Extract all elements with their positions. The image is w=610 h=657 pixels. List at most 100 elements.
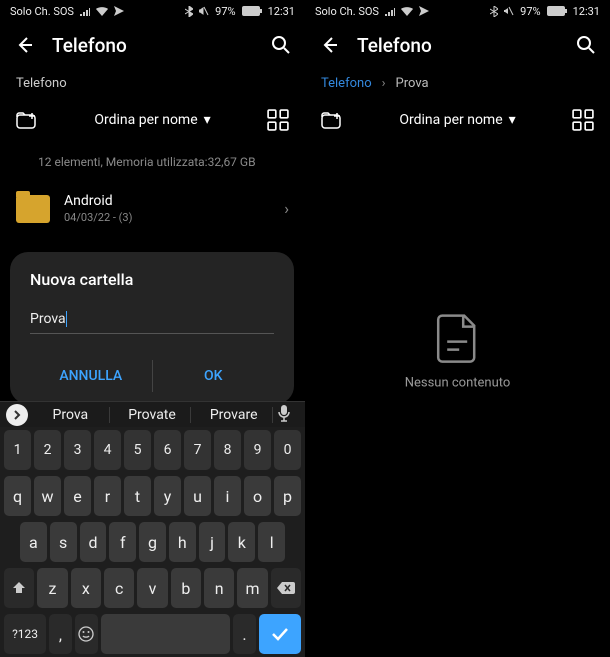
key-w[interactable]: w: [34, 476, 61, 516]
backspace-key[interactable]: [271, 568, 301, 608]
key-o[interactable]: o: [244, 476, 271, 516]
key-b[interactable]: b: [171, 568, 201, 608]
breadcrumb-item: Prova: [396, 76, 429, 91]
clock-text: 12:31: [573, 5, 600, 18]
folder-name-input[interactable]: Prova: [30, 311, 274, 334]
key-m[interactable]: m: [237, 568, 267, 608]
status-bar: Solo Ch. SOS 97% 12:31: [305, 0, 610, 22]
key-n[interactable]: n: [204, 568, 234, 608]
search-icon[interactable]: [576, 35, 596, 55]
key-q[interactable]: q: [4, 476, 31, 516]
key-s[interactable]: s: [50, 522, 77, 562]
key-z[interactable]: z: [37, 568, 67, 608]
breadcrumb: Telefono: [0, 68, 305, 99]
folder-row[interactable]: Android 04/03/22 - (3) ›: [0, 183, 305, 234]
key-d[interactable]: d: [80, 522, 107, 562]
key-y[interactable]: y: [154, 476, 181, 516]
emoji-key[interactable]: [75, 614, 98, 654]
phone-left: Solo Ch. SOS 97% 12:31 Telefono Telefono…: [0, 0, 305, 657]
period-key[interactable]: .: [233, 614, 256, 654]
new-folder-icon[interactable]: [16, 109, 38, 131]
key-j[interactable]: j: [199, 522, 226, 562]
key-0[interactable]: 0: [274, 430, 301, 470]
back-icon[interactable]: [14, 35, 34, 55]
sort-label: Ordina per nome: [94, 112, 197, 128]
ok-button[interactable]: OK: [153, 360, 275, 392]
send-icon: [419, 6, 429, 16]
toolbar: Ordina per nome ▾: [305, 99, 610, 141]
breadcrumb-item[interactable]: Telefono: [16, 76, 67, 91]
send-icon: [114, 6, 124, 16]
key-3[interactable]: 3: [64, 430, 91, 470]
folder-meta: 04/03/22 - (3): [64, 211, 270, 224]
status-bar: Solo Ch. SOS 97% 12:31: [0, 0, 305, 22]
suggestion-word[interactable]: Provate: [114, 407, 192, 423]
breadcrumb-item[interactable]: Telefono: [321, 76, 372, 91]
key-f[interactable]: f: [109, 522, 136, 562]
signal-icon: [385, 7, 395, 16]
expand-icon[interactable]: [6, 404, 28, 426]
key-r[interactable]: r: [94, 476, 121, 516]
search-icon[interactable]: [271, 35, 291, 55]
shift-icon: [11, 580, 27, 596]
suggestion-bar: Prova Provate Provare: [0, 402, 305, 427]
comma-key[interactable]: ,: [49, 614, 72, 654]
emoji-icon: [78, 626, 94, 642]
sort-button[interactable]: Ordina per nome ▾: [94, 112, 210, 128]
mute-icon: [504, 6, 514, 16]
shift-key[interactable]: [4, 568, 34, 608]
folder-name: Android: [64, 193, 270, 209]
key-2[interactable]: 2: [34, 430, 61, 470]
key-h[interactable]: h: [169, 522, 196, 562]
cancel-button[interactable]: ANNULLA: [30, 360, 152, 392]
new-folder-icon[interactable]: [321, 109, 343, 131]
suggestion-word[interactable]: Prova: [32, 407, 110, 423]
key-t[interactable]: t: [124, 476, 151, 516]
sort-button[interactable]: Ordina per nome ▾: [399, 112, 515, 128]
back-icon[interactable]: [319, 35, 339, 55]
key-g[interactable]: g: [139, 522, 166, 562]
key-k[interactable]: k: [228, 522, 255, 562]
soft-keyboard: Prova Provate Provare 1 2 3 4 5 6 7 8 9 …: [0, 401, 305, 657]
battery-pct: 97%: [215, 5, 235, 18]
key-7[interactable]: 7: [184, 430, 211, 470]
grid-view-icon[interactable]: [267, 109, 289, 131]
key-1[interactable]: 1: [4, 430, 31, 470]
battery-icon: [547, 6, 567, 16]
key-5[interactable]: 5: [124, 430, 151, 470]
page-title: Telefono: [52, 34, 253, 57]
chevron-down-icon: ▾: [204, 112, 211, 128]
signal-icon: [80, 7, 90, 16]
space-key[interactable]: [101, 614, 231, 654]
key-8[interactable]: 8: [214, 430, 241, 470]
document-icon: [437, 313, 479, 363]
key-e[interactable]: e: [64, 476, 91, 516]
app-header: Telefono: [0, 22, 305, 68]
battery-pct: 97%: [520, 5, 540, 18]
key-a[interactable]: a: [20, 522, 47, 562]
key-i[interactable]: i: [214, 476, 241, 516]
wifi-icon: [96, 7, 108, 16]
key-v[interactable]: v: [137, 568, 167, 608]
symbols-key[interactable]: ?123: [4, 614, 46, 654]
chevron-right-icon: ›: [284, 199, 289, 218]
empty-state: Nessun contenuto: [405, 313, 511, 390]
grid-view-icon[interactable]: [572, 109, 594, 131]
mic-icon[interactable]: [277, 404, 299, 426]
key-x[interactable]: x: [71, 568, 101, 608]
key-4[interactable]: 4: [94, 430, 121, 470]
app-header: Telefono: [305, 22, 610, 68]
key-p[interactable]: p: [274, 476, 301, 516]
key-u[interactable]: u: [184, 476, 211, 516]
toolbar: Ordina per nome ▾: [0, 99, 305, 141]
suggestion-word[interactable]: Provare: [195, 407, 273, 423]
enter-key[interactable]: [259, 614, 301, 654]
bluetooth-icon: [185, 6, 193, 17]
key-c[interactable]: c: [104, 568, 134, 608]
dialog-title: Nuova cartella: [30, 270, 274, 289]
key-9[interactable]: 9: [244, 430, 271, 470]
storage-summary: 12 elementi, Memoria utilizzata:32,67 GB: [0, 141, 305, 183]
key-6[interactable]: 6: [154, 430, 181, 470]
folder-icon: [16, 195, 50, 223]
key-l[interactable]: l: [258, 522, 285, 562]
